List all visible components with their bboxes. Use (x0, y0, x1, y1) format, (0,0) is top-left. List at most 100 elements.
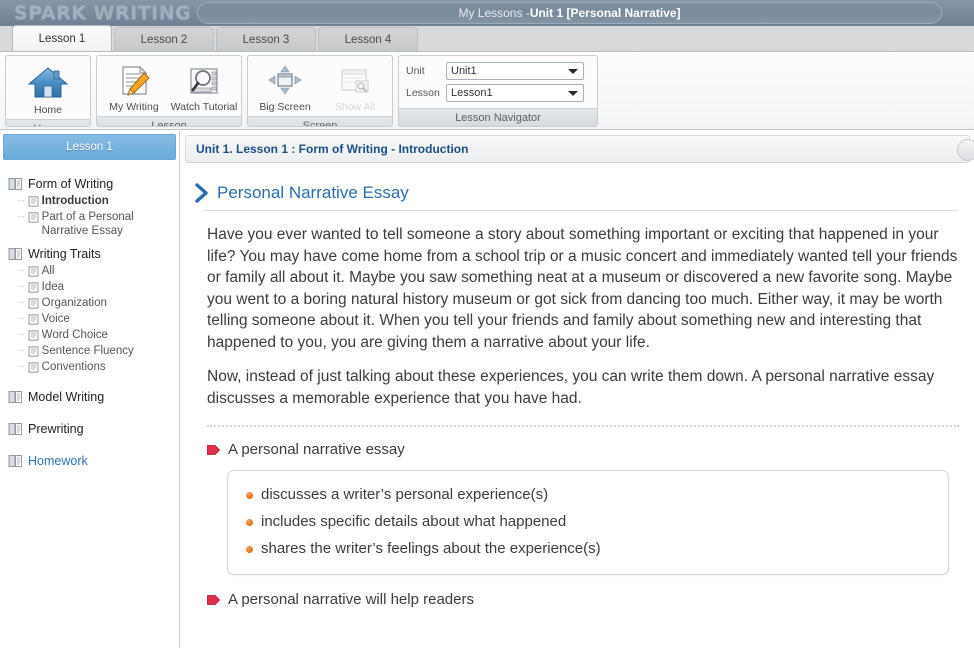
ribbon-group-screen-caption: Screen (248, 116, 392, 126)
sidebar-item-voice[interactable]: ·· Voice (18, 312, 179, 326)
lesson-selector-row: Lesson Lesson1 (406, 84, 590, 102)
sidebar-group-label: Prewriting (28, 422, 84, 436)
page-icon (28, 328, 39, 341)
paragraph-2: Now, instead of just talking about these… (207, 368, 935, 407)
tree-connector: ·· (18, 313, 25, 324)
tree-connector: ·· (18, 195, 25, 206)
show-all-label: Show All (334, 101, 376, 113)
sidebar-header-label: Lesson 1 (66, 141, 113, 153)
fact-item: discusses a writer’s personal experience… (246, 485, 930, 505)
big-screen-button[interactable]: Big Screen (250, 58, 320, 114)
sidebar-item-label: Sentence Fluency (41, 345, 134, 357)
sidebar-group-homework[interactable]: Homework (8, 454, 179, 468)
tab-lesson-3[interactable]: Lesson 3 (216, 27, 316, 51)
watch-tutorial-label: Watch Tutorial (170, 101, 238, 113)
ribbon-toolbar: Home Home (0, 52, 974, 130)
chevron-down-icon (568, 91, 578, 96)
unit-select-value: Unit1 (451, 65, 477, 77)
flag-heading-text: A personal narrative essay (228, 441, 405, 458)
chevron-right-icon (195, 183, 209, 203)
my-writing-button[interactable]: My Writing (99, 58, 169, 114)
big-screen-label: Big Screen (259, 101, 311, 113)
sidebar-group-prewriting[interactable]: Prewriting (8, 422, 179, 436)
sidebar-item-label: Voice (41, 313, 70, 325)
page-icon (28, 312, 39, 325)
book-icon (8, 454, 23, 468)
fact-item-text: includes specific details about what hap… (261, 513, 567, 530)
ribbon-group-lesson-caption: Lesson (97, 116, 241, 126)
home-button-label: Home (33, 104, 62, 116)
app-header: SPARK WRITING My Lessons - Unit 1 [Perso… (0, 0, 974, 26)
bullet-dot-icon (246, 492, 253, 499)
fact-item: shares the writer’s feelings about the e… (246, 539, 930, 559)
lesson-label: Lesson (406, 87, 440, 99)
sidebar-group-label: Model Writing (28, 390, 105, 404)
show-all-button[interactable]: Show All (320, 58, 390, 114)
flag-icon (207, 444, 220, 456)
lesson-select-value: Lesson1 (451, 87, 493, 99)
watch-tutorial-button[interactable]: Watch Tutorial (169, 58, 239, 114)
breadcrumb: Unit 1. Lesson 1 : Form of Writing - Int… (196, 142, 469, 156)
sidebar-group-label: Writing Traits (28, 247, 101, 261)
tree-connector: ·· (18, 329, 25, 340)
flag-heading-2: A personal narrative will help readers (207, 591, 960, 608)
brand-logo: SPARK WRITING (14, 2, 192, 24)
breadcrumb-bar: Unit 1. Lesson 1 : Form of Writing - Int… (185, 135, 974, 163)
sidebar-item-introduction[interactable]: ·· Introduction (18, 194, 179, 208)
section-title: Personal Narrative Essay (217, 183, 409, 202)
paragraph-1: Have you ever wanted to tell someone a s… (207, 226, 958, 351)
breadcrumb-action-button[interactable] (957, 139, 974, 161)
page-icon (28, 360, 39, 373)
book-icon (8, 390, 23, 404)
window-title-pill: My Lessons - Unit 1 [Personal Narrative] (197, 2, 942, 24)
ribbon-group-navigator-caption: Lesson Navigator (399, 108, 597, 126)
unit-selector-row: Unit Unit1 (406, 62, 590, 80)
tab-lesson-2[interactable]: Lesson 2 (114, 27, 214, 51)
fact-item: includes specific details about what hap… (246, 512, 930, 532)
sidebar-item-conventions[interactable]: ·· Conventions (18, 360, 179, 374)
flag-icon (207, 594, 220, 606)
sidebar-item-organization[interactable]: ·· Organization (18, 296, 179, 310)
tab-label: Lesson 3 (242, 33, 290, 46)
bullet-dot-icon (246, 519, 253, 526)
sidebar-item-part-of-personal-narrative-essay[interactable]: ·· Part of a Personal Narrative Essay (18, 210, 179, 238)
sidebar-header-lesson-1[interactable]: Lesson 1 (3, 134, 176, 160)
tree-connector: ·· (18, 281, 25, 292)
book-icon (8, 177, 23, 191)
sidebar-item-label: All (41, 265, 55, 277)
window-title-unit: Unit 1 [Personal Narrative] (529, 6, 681, 20)
unit-label: Unit (406, 65, 425, 77)
lesson-tab-strip: Lesson 1 Lesson 2 Lesson 3 Lesson 4 (0, 25, 974, 52)
lesson-select[interactable]: Lesson1 (446, 84, 584, 102)
sidebar-group-model-writing[interactable]: Model Writing (8, 390, 179, 404)
lesson-content-scroll-area[interactable]: Personal Narrative Essay Have you ever w… (181, 169, 974, 648)
page-icon (28, 280, 39, 293)
sidebar: Lesson 1 Form of Writing ·· Introduction… (0, 131, 180, 648)
page-icon (28, 194, 39, 207)
tab-lesson-4[interactable]: Lesson 4 (318, 27, 418, 51)
page-icon (28, 296, 39, 309)
sidebar-item-label: Organization (41, 297, 107, 309)
film-magnifier-icon (184, 63, 224, 99)
sidebar-item-all[interactable]: ·· All (18, 264, 179, 278)
sidebar-group-writing-traits[interactable]: Writing Traits (8, 247, 179, 261)
unit-select[interactable]: Unit1 (446, 62, 584, 80)
window-title-prefix: My Lessons - (458, 6, 530, 20)
sidebar-item-label: Conventions (41, 361, 106, 373)
sidebar-item-word-choice[interactable]: ·· Word Choice (18, 328, 179, 342)
sidebar-item-idea[interactable]: ·· Idea (18, 280, 179, 294)
sidebar-item-sentence-fluency[interactable]: ·· Sentence Fluency (18, 344, 179, 358)
tab-label: Lesson 4 (344, 33, 392, 46)
tab-lesson-1[interactable]: Lesson 1 (12, 25, 112, 51)
page-icon (28, 344, 39, 357)
dotted-divider (207, 425, 959, 427)
fact-item-text: discusses a writer’s personal experience… (261, 486, 549, 503)
tab-label: Lesson 2 (140, 33, 188, 46)
sidebar-tree: Form of Writing ·· Introduction ·· Part … (0, 160, 179, 468)
home-button[interactable]: Home (12, 58, 84, 117)
sidebar-group-form-of-writing[interactable]: Form of Writing (8, 177, 179, 191)
tree-connector: ·· (18, 361, 25, 372)
section-title-rule (203, 210, 958, 211)
sidebar-item-label: Idea (41, 281, 65, 293)
sidebar-item-label: Part of a Personal Narrative Essay (41, 211, 134, 237)
